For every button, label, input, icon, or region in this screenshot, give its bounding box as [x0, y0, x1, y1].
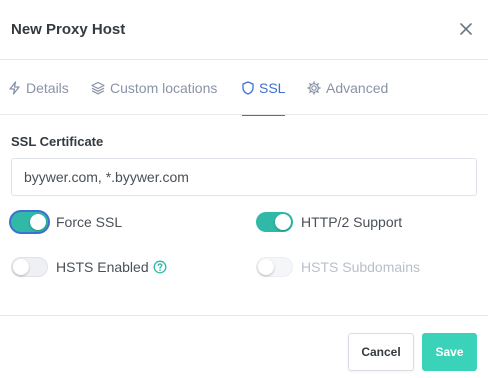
close-icon [460, 23, 472, 35]
tab-details[interactable]: Details [8, 60, 69, 115]
new-proxy-host-dialog: New Proxy Host Details Custom locations [0, 0, 488, 378]
ssl-certificate-select[interactable] [11, 158, 477, 196]
cancel-button[interactable]: Cancel [348, 333, 414, 371]
help-icon[interactable] [153, 260, 167, 274]
ssl-certificate-label: SSL Certificate [11, 134, 104, 149]
hsts-enabled-label: HSTS Enabled [56, 259, 149, 275]
dialog-header: New Proxy Host [0, 0, 488, 60]
hsts-subdomains-toggle: HSTS Subdomains [256, 257, 420, 277]
http2-support-label: HTTP/2 Support [301, 214, 403, 230]
gear-icon [307, 80, 321, 95]
tab-ssl[interactable]: SSL [242, 60, 286, 116]
tab-label: Details [26, 79, 69, 96]
shield-icon [242, 80, 254, 95]
dialog-title: New Proxy Host [11, 21, 126, 38]
dialog-footer: Cancel Save [0, 315, 488, 378]
lightning-icon [9, 80, 20, 95]
tab-custom-locations[interactable]: Custom locations [91, 60, 217, 115]
tab-label: SSL [259, 79, 286, 96]
tab-label: Custom locations [110, 79, 218, 96]
http2-support-toggle[interactable]: HTTP/2 Support [256, 212, 402, 232]
force-ssl-switch[interactable] [11, 212, 48, 232]
close-button[interactable] [456, 17, 476, 41]
tab-bar: Details Custom locations SSL Advanced [0, 60, 488, 116]
tab-advanced[interactable]: Advanced [307, 60, 388, 115]
layers-icon [91, 81, 105, 94]
hsts-enabled-switch[interactable] [11, 257, 48, 277]
http2-support-switch[interactable] [256, 212, 293, 232]
force-ssl-label: Force SSL [56, 214, 123, 230]
tab-label: Advanced [326, 79, 389, 96]
hsts-subdomains-switch [256, 257, 293, 277]
save-button[interactable]: Save [422, 333, 477, 371]
hsts-enabled-toggle[interactable]: HSTS Enabled [11, 257, 167, 277]
force-ssl-toggle[interactable]: Force SSL [11, 212, 122, 232]
hsts-subdomains-label: HSTS Subdomains [301, 259, 421, 275]
